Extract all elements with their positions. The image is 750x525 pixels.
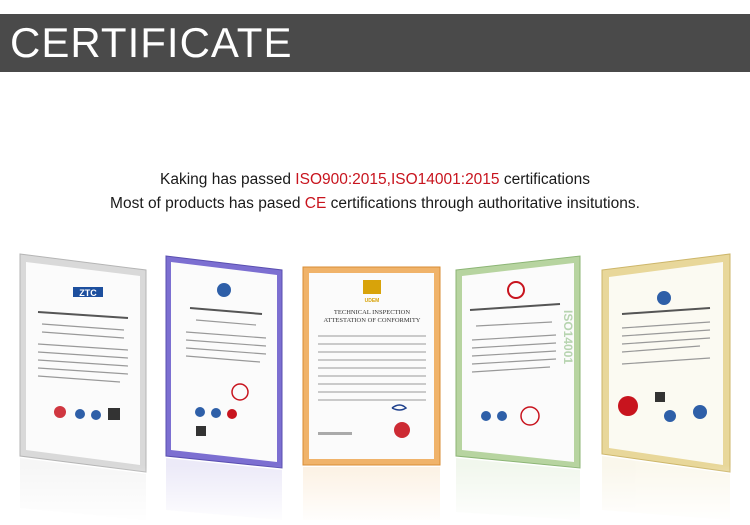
intro-line-1: Kaking has passed ISO900:2015,ISO14001:2… <box>0 168 750 192</box>
svg-text:ZTC: ZTC <box>79 288 97 298</box>
page-title: CERTIFICATE <box>10 19 293 66</box>
certificate-3: UDEM TECHNICAL INSPECTION ATTESTATION OF… <box>302 266 441 466</box>
iso-highlight: ISO900:2015,ISO14001:2015 <box>295 171 500 188</box>
cert-header-2: ATTESTATION OF CONFORMITY <box>324 317 421 324</box>
intro-line-1-before: Kaking has passed <box>160 171 296 188</box>
intro-line-1-after: certifications <box>499 171 590 188</box>
intro-line-2: Most of products has pased CE certificat… <box>0 192 750 216</box>
certificate-4: ISO14001 <box>455 255 581 469</box>
certificate-5 <box>601 253 731 473</box>
intro-line-2-after: certifications through authoritative ins… <box>326 195 640 212</box>
intro-text: Kaking has passed ISO900:2015,ISO14001:2… <box>0 168 750 216</box>
ztc-emblem: ZTC <box>73 287 103 298</box>
iso14001-side-text: ISO14001 <box>561 310 575 364</box>
cert-header-1: TECHNICAL INSPECTION <box>334 309 410 316</box>
top-margin <box>0 0 750 14</box>
certificate-gallery: ZTC UDEM TECHNICAL INSPECTION ATTESTATIO… <box>0 253 750 525</box>
intro-line-2-before: Most of products has pased <box>110 195 305 212</box>
title-banner: CERTIFICATE <box>0 14 750 72</box>
certificate-2 <box>165 255 283 469</box>
ce-highlight: CE <box>304 195 327 212</box>
certificate-1: ZTC <box>19 253 147 473</box>
svg-text:UDEM: UDEM <box>365 298 380 304</box>
